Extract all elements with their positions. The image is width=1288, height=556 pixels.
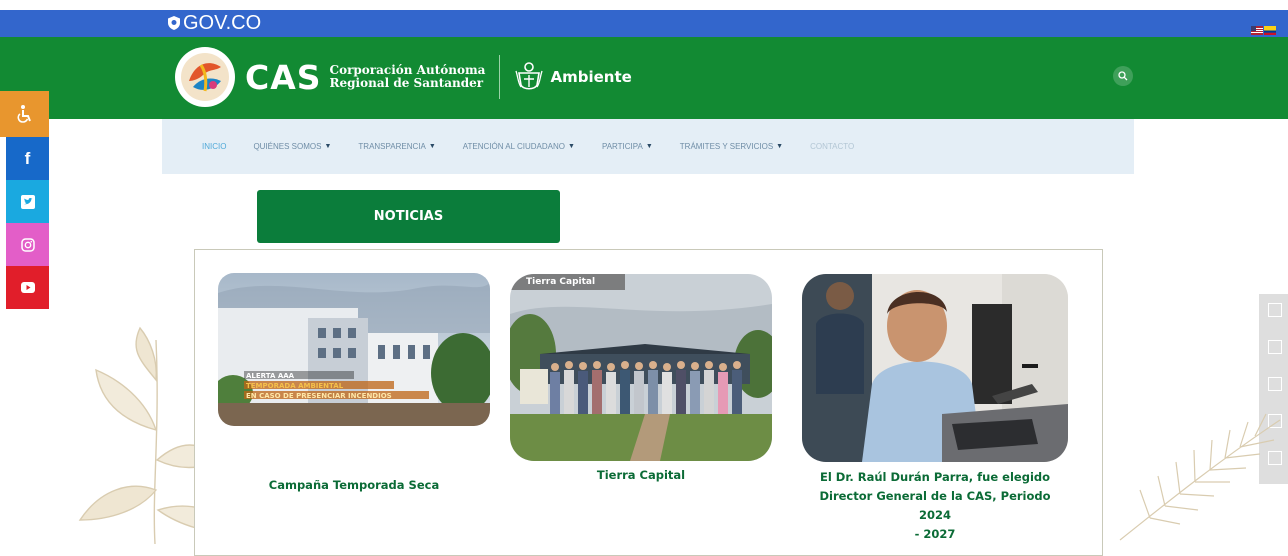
news-card-image-1[interactable]: ALERTA AAA TEMPORADA AMBIENTAL EN CASO D… [218,273,490,426]
news-title-line-3: - 2027 [914,527,956,541]
nav-item-tramites-servicios[interactable]: Trámites y servicios ▼ [680,142,783,151]
youtube-link[interactable] [6,266,49,309]
facebook-link[interactable]: f [6,137,49,180]
news-section-button[interactable]: NOTICIAS [257,190,560,243]
brand-divider [499,55,501,99]
news-card-tag: Tierra Capital [510,274,626,290]
news-card-image-3[interactable] [802,274,1068,462]
accessibility-button[interactable] [0,91,49,137]
news-card-image-2[interactable]: Tierra Capital [510,274,772,461]
nav-item-inicio[interactable]: Inicio [202,142,226,151]
news-tag-text: Tierra Capital [526,277,596,287]
news-card-title-2[interactable]: Tierra Capital [510,466,772,485]
chevron-down-icon: ▼ [324,143,332,150]
flag-icon[interactable] [1264,26,1276,35]
news-card-title-3[interactable]: El Dr. Raúl Durán Parra, fue elegido Dir… [802,468,1068,544]
chevron-down-icon: ▼ [645,143,653,150]
news-title-text: Tierra Capital [596,468,686,482]
facebook-icon: f [24,148,31,168]
nav-item-label: Trámites y servicios [679,142,774,151]
gov-co-link[interactable]: GOV.CO [168,11,261,35]
ministry-emblem-icon [515,62,544,90]
news-section-label: NOTICIAS [373,209,444,224]
nav-item-label: Atención al ciudadano [462,142,566,151]
flag-icon[interactable] [1251,26,1263,35]
news-card-title-1[interactable]: Campaña Temporada Seca [218,476,490,495]
portrait-photo [802,274,1068,462]
brand-name-line-2: Regional de Santander [329,76,484,90]
ministry-name: Ambiente [550,68,632,86]
brand-short-name: CAS [245,57,322,97]
right-tools-strip [1259,294,1288,484]
group-photo [510,274,772,461]
tool-toggle[interactable] [1268,303,1282,317]
nav-item-transparencia[interactable]: Transparencia ▼ [358,142,435,151]
social-sidebar: f [0,91,49,309]
chevron-down-icon: ▼ [568,143,575,150]
instagram-icon [20,237,35,252]
gov-co-logo-text: GOV.CO [183,12,262,34]
nav-item-atencion-ciudadano[interactable]: Atención al ciudadano ▼ [463,142,575,151]
card-1-overlay-line-1: ALERTA AAA [246,372,295,380]
tool-toggle[interactable] [1268,377,1282,391]
nav-item-label: Contacto [810,142,855,151]
language-flags [1251,26,1276,35]
shield-icon [168,16,180,30]
tool-toggle[interactable] [1268,414,1282,428]
tool-toggle[interactable] [1268,451,1282,465]
nav-item-participa[interactable]: Participa ▼ [602,142,653,151]
tool-toggle[interactable] [1268,340,1282,354]
ministry-logo: Ambiente [514,61,632,93]
gov-bar: GOV.CO [0,10,1288,37]
nav-item-quienes-somos[interactable]: Quiénes somos ▼ [253,142,331,151]
news-title-line-2: Director General de la CAS, Periodo 2024 [819,489,1051,522]
site-header: CAS Corporación Autónoma Regional de San… [0,37,1288,119]
search-button[interactable] [1113,66,1133,86]
news-title-line-1: El Dr. Raúl Durán Parra, fue elegido [819,470,1051,484]
nav-item-label: Inicio [202,142,227,151]
nav-item-label: Quiénes somos [253,142,322,151]
nav-item-contacto[interactable]: Contacto [810,142,854,151]
twitter-icon [20,194,35,209]
accessibility-icon [17,105,31,123]
building-photo: ALERTA AAA TEMPORADA AMBIENTAL EN CASO D… [218,273,490,426]
youtube-icon [20,282,35,293]
instagram-link[interactable] [6,223,49,266]
card-1-overlay-line-3: EN CASO DE PRESENCIAR INCENDIOS [246,392,392,400]
twitter-link[interactable] [6,180,49,223]
card-1-overlay-line-2: TEMPORADA AMBIENTAL [246,382,344,390]
chevron-down-icon: ▼ [776,143,784,150]
chevron-down-icon: ▼ [428,143,436,150]
brand-logo[interactable]: CAS Corporación Autónoma Regional de San… [175,47,632,107]
search-icon [1118,71,1128,81]
nav-item-label: Participa [601,142,643,151]
news-panel: ALERTA AAA TEMPORADA AMBIENTAL EN CASO D… [194,249,1103,556]
cas-logo-emblem [175,47,235,107]
news-title-text: Campaña Temporada Seca [268,478,440,492]
nav-item-label: Transparencia [358,142,426,151]
main-navigation: Inicio Quiénes somos ▼ Transparencia ▼ Ate… [162,119,1134,174]
brand-full-name: Corporación Autónoma Regional de Santand… [330,64,486,90]
